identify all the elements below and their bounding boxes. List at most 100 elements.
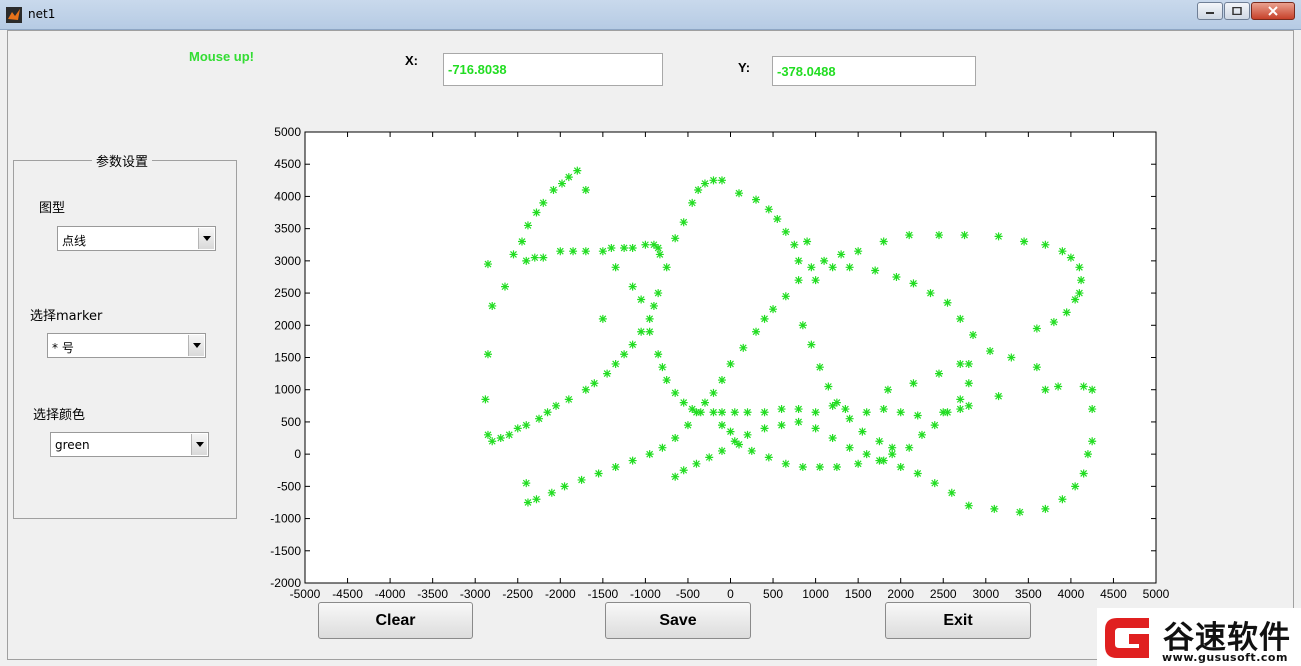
data-point (679, 466, 688, 475)
data-point (832, 398, 841, 407)
data-point (523, 498, 532, 507)
data-point (1049, 318, 1058, 327)
data-point (581, 185, 590, 194)
data-point (532, 495, 541, 504)
data-point (547, 488, 556, 497)
data-point (798, 321, 807, 330)
data-point (558, 179, 567, 188)
data-point (532, 208, 541, 217)
data-point (824, 382, 833, 391)
data-point (709, 388, 718, 397)
exit-button[interactable]: Exit (885, 602, 1031, 639)
x-tick-label: -2000 (545, 587, 576, 601)
data-point (781, 459, 790, 468)
data-point (1071, 295, 1080, 304)
data-point (926, 289, 935, 298)
data-point (828, 263, 837, 272)
plot-area (304, 131, 1157, 584)
x-tick-label: 0 (727, 587, 734, 601)
data-point (1058, 247, 1067, 256)
data-point (726, 359, 735, 368)
data-point (794, 417, 803, 426)
data-point (598, 314, 607, 323)
data-point (654, 350, 663, 359)
x-tick-label: -2500 (502, 587, 533, 601)
scatter-plot[interactable]: -500 0 -4500 -4000 -3500 -3000 -2500 -2000 -1500… (0, 0, 1301, 666)
data-point (1088, 405, 1097, 414)
data-point (994, 232, 1003, 241)
x-tick-label: 5000 (1143, 587, 1170, 601)
watermark-url: www.gususoft.com (1162, 651, 1288, 664)
data-point (628, 282, 637, 291)
data-point (1088, 385, 1097, 394)
data-point (815, 363, 824, 372)
data-point (611, 359, 620, 368)
x-tick-label: -4500 (332, 587, 363, 601)
data-point (883, 385, 892, 394)
data-point (994, 392, 1003, 401)
data-point (598, 247, 607, 256)
data-point (483, 430, 492, 439)
data-point (679, 218, 688, 227)
data-point (896, 408, 905, 417)
data-point (671, 234, 680, 243)
data-point (539, 198, 548, 207)
data-point (539, 253, 548, 262)
y-tick-label: 2500 (274, 286, 301, 300)
data-point (481, 395, 490, 404)
data-point (943, 408, 952, 417)
data-point (828, 434, 837, 443)
data-point (752, 195, 761, 204)
data-point (577, 475, 586, 484)
data-point (934, 369, 943, 378)
data-point (649, 301, 658, 310)
data-point (496, 434, 505, 443)
x-tick-label: 3500 (1015, 587, 1042, 601)
data-point (543, 408, 552, 417)
data-point (500, 282, 509, 291)
data-point (522, 479, 531, 488)
data-point (1071, 482, 1080, 491)
data-point (717, 176, 726, 185)
data-point (1058, 495, 1067, 504)
data-point (764, 453, 773, 462)
data-point (509, 250, 518, 259)
clear-button[interactable]: Clear (318, 602, 473, 639)
data-point (947, 488, 956, 497)
x-tick-label: 4500 (1100, 587, 1127, 601)
data-point (790, 240, 799, 249)
data-point (573, 166, 582, 175)
data-point (841, 405, 850, 414)
data-point (807, 340, 816, 349)
data-point (854, 459, 863, 468)
data-point (671, 434, 680, 443)
data-point (760, 314, 769, 323)
y-tick-label: 4500 (274, 157, 301, 171)
data-point (969, 330, 978, 339)
save-button[interactable]: Save (605, 602, 751, 639)
data-point (905, 231, 914, 240)
data-point (603, 369, 612, 378)
x-tick-label: 1000 (802, 587, 829, 601)
data-point (794, 405, 803, 414)
data-point (564, 395, 573, 404)
data-point (794, 256, 803, 265)
data-point (811, 276, 820, 285)
y-tick-label: 500 (281, 415, 301, 429)
data-point (535, 414, 544, 423)
data-point (815, 463, 824, 472)
data-point (909, 279, 918, 288)
data-point (888, 443, 897, 452)
y-tick-label: 3000 (274, 254, 301, 268)
data-point (956, 395, 965, 404)
x-tick-label: -1500 (587, 587, 618, 601)
data-point (483, 260, 492, 269)
data-point (1032, 324, 1041, 333)
y-tick-label: 4000 (274, 189, 301, 203)
data-point (549, 185, 558, 194)
data-point (960, 231, 969, 240)
data-point (637, 327, 646, 336)
data-point (871, 266, 880, 275)
y-tick-label: -500 (277, 479, 301, 493)
data-point (581, 385, 590, 394)
